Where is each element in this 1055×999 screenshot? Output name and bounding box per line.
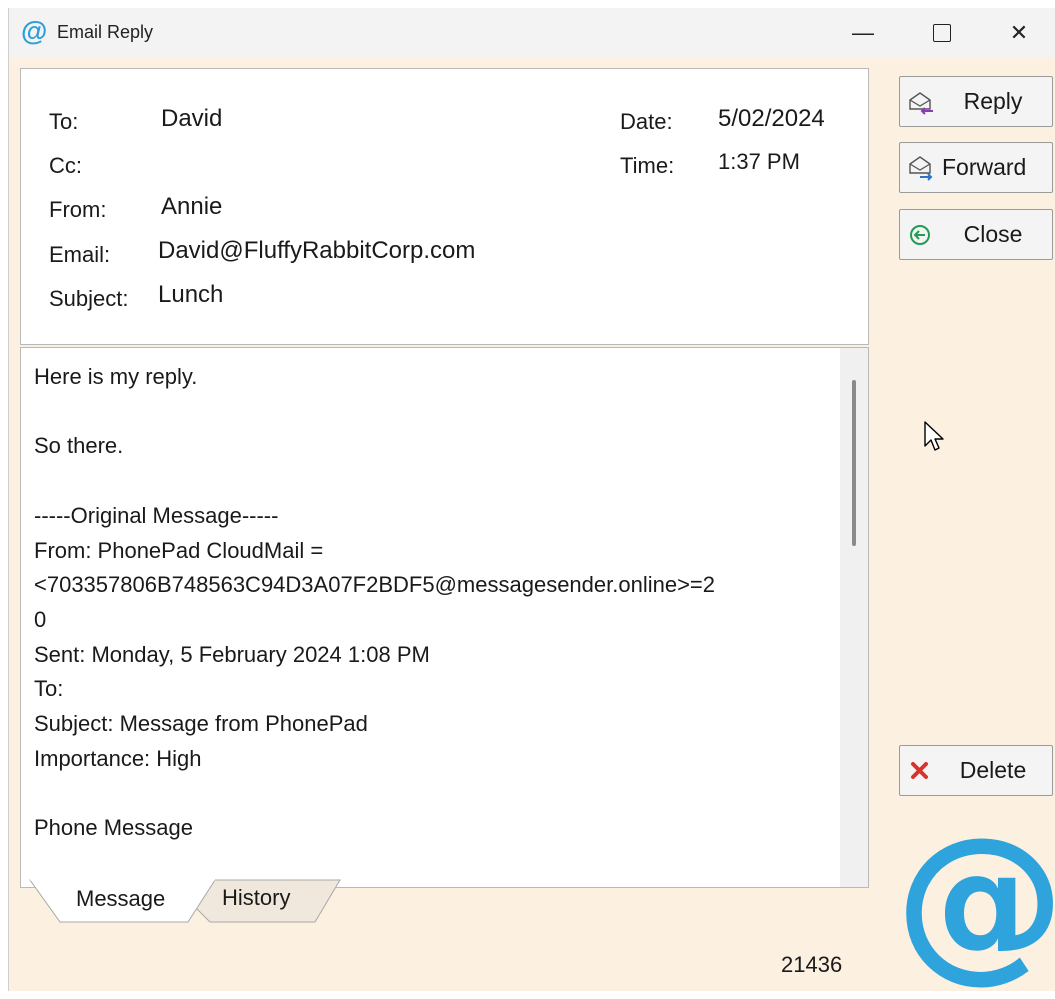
window-title: Email Reply <box>57 22 154 42</box>
tab-history[interactable]: History <box>222 885 290 911</box>
at-sign-icon: @ <box>21 16 48 46</box>
tab-message[interactable]: Message <box>76 886 165 912</box>
to-field[interactable]: David <box>161 105 222 133</box>
close-button-label: Close <box>963 221 1023 247</box>
reply-button-label: Reply <box>963 88 1023 114</box>
red-x-icon <box>900 745 940 796</box>
minimize-button[interactable]: — <box>827 8 899 58</box>
maximize-icon <box>933 24 951 42</box>
cc-label: Cc: <box>49 153 82 178</box>
title-bar[interactable]: @ Email Reply — ✕ <box>9 8 1055 58</box>
message-body-text[interactable]: Here is my reply. So there. -----Origina… <box>34 360 834 846</box>
forward-button[interactable]: Forward <box>899 142 1053 193</box>
message-body-panel[interactable]: Here is my reply. So there. -----Origina… <box>20 347 869 888</box>
close-icon: ✕ <box>1009 20 1029 45</box>
date-label: Date: <box>620 109 673 134</box>
email-reply-window: @ Email Reply — ✕ To: David Cc: From: An… <box>8 8 1055 991</box>
vertical-scrollbar[interactable] <box>840 348 868 887</box>
date-value: 5/02/2024 <box>718 105 825 132</box>
subject-label: Subject: <box>49 286 129 311</box>
large-at-logo: @ <box>895 801 1055 999</box>
circle-arrow-left-icon <box>900 209 940 260</box>
scrollbar-thumb[interactable] <box>852 380 856 546</box>
tab-strip: Message History <box>20 878 380 938</box>
record-id: 21436 <box>781 952 843 977</box>
time-label: Time: <box>620 153 675 178</box>
from-field[interactable]: Annie <box>161 193 222 221</box>
envelope-reply-icon <box>900 76 940 127</box>
tab-shapes <box>29 878 341 923</box>
minimize-icon: — <box>852 20 874 45</box>
subject-field[interactable]: Lunch <box>158 281 223 309</box>
to-label: To: <box>49 109 79 134</box>
maximize-button[interactable] <box>906 8 978 58</box>
envelope-forward-icon <box>900 142 940 193</box>
email-label: Email: <box>49 242 111 267</box>
from-label: From: <box>49 197 107 222</box>
reply-button[interactable]: Reply <box>899 76 1053 127</box>
close-button[interactable]: Close <box>899 209 1053 260</box>
forward-button-label: Forward <box>942 154 1027 180</box>
time-value: 1:37 PM <box>718 149 800 174</box>
delete-button[interactable]: Delete <box>899 745 1053 796</box>
email-field[interactable]: David@FluffyRabbitCorp.com <box>158 237 475 265</box>
delete-button-label: Delete <box>959 757 1027 783</box>
email-header-panel: To: David Cc: From: Annie Email: David@F… <box>20 68 869 345</box>
mouse-cursor-icon <box>924 421 944 451</box>
close-window-button[interactable]: ✕ <box>983 8 1055 58</box>
